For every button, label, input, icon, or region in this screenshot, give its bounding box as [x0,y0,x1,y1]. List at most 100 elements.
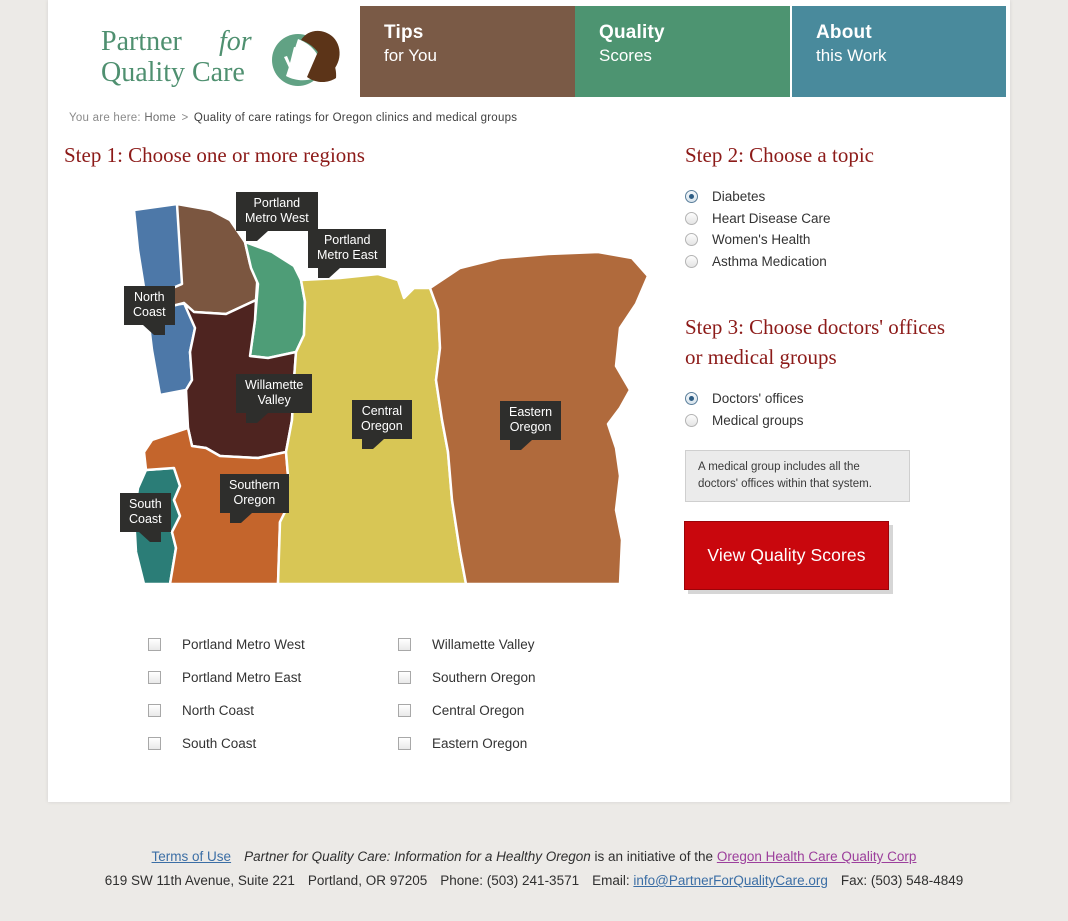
region-checkbox-south-coast[interactable]: South Coast [148,727,305,760]
radio-icon[interactable] [685,211,698,225]
map-label-nc-line1: North [134,290,165,304]
topic-option-diabetes[interactable]: Diabetes [685,186,831,208]
oregon-map-svg[interactable] [108,180,668,610]
nav-tab-tips-title: Tips [384,22,424,43]
nav-tab-about-title: About [816,22,872,43]
topic-option-asthma-medication[interactable]: Asthma Medication [685,251,831,273]
region-checkbox-label: Southern Oregon [432,670,536,685]
nav-tab-tips[interactable]: Tips for You [360,6,575,97]
map-label-portland-metro-east[interactable]: Portland Metro East [308,229,387,277]
footer-tagline-italic: Partner for Quality Care: Information fo… [244,849,591,864]
breadcrumb: You are here: Home > Quality of care rat… [69,112,517,124]
provider-type-radio-group: Doctors' offices Medical groups [685,388,804,431]
map-label-co-line1: Central [361,404,402,418]
region-checkbox-portland-metro-west[interactable]: Portland Metro West [148,628,305,661]
map-label-southern-oregon[interactable]: Southern Oregon [220,474,289,522]
quality-corp-link[interactable]: Oregon Health Care Quality Corp [717,849,917,864]
topic-option-label: Women's Health [712,232,811,248]
region-checkbox-southern-oregon[interactable]: Southern Oregon [398,661,536,694]
view-quality-scores-button[interactable]: View Quality Scores [684,521,889,590]
topic-option-label: Heart Disease Care [712,210,831,226]
region-checkbox-column-left: Portland Metro West Portland Metro East … [148,628,305,760]
region-checkbox-column-right: Willamette Valley Southern Oregon Centra… [398,628,536,760]
map-label-eo-line1: Eastern [509,405,553,419]
topic-option-label: Asthma Medication [712,253,827,269]
content-card: Partner for Quality Care Tips for You Qu… [48,0,1010,802]
site-logo[interactable]: Partner for Quality Care [101,18,371,88]
region-checkbox-portland-metro-east[interactable]: Portland Metro East [148,661,305,694]
checkbox-icon[interactable] [398,737,411,750]
map-label-so-line1: Southern [229,478,280,492]
radio-icon[interactable] [685,392,698,406]
leaf-check-logo-icon [272,30,340,86]
checkbox-icon[interactable] [148,704,161,717]
map-label-co-line2: Oregon [361,418,403,433]
radio-icon[interactable] [685,190,698,204]
footer-city-state-zip: Portland, OR 97205 [307,873,428,888]
region-checkbox-eastern-oregon[interactable]: Eastern Oregon [398,727,536,760]
region-checkbox-label: South Coast [182,736,257,751]
radio-icon[interactable] [685,233,698,247]
provider-type-option-doctors-offices[interactable]: Doctors' offices [685,388,804,410]
region-checkbox-central-oregon[interactable]: Central Oregon [398,694,536,727]
logo-line1-partner: Partner [101,26,183,57]
region-checkbox-willamette-valley[interactable]: Willamette Valley [398,628,536,661]
map-label-nc-line2: Coast [133,304,166,319]
map-label-wv-line1: Willamette [245,378,304,392]
topic-option-label: Diabetes [712,189,766,205]
step3-heading-line2: or medical groups [685,345,837,370]
site-header: Partner for Quality Care Tips for You Qu… [48,0,1010,100]
map-label-north-coast[interactable]: North Coast [124,286,175,334]
map-label-so-line2: Oregon [233,492,276,507]
breadcrumb-home-link[interactable]: Home [144,112,176,124]
nav-tab-about[interactable]: About this Work [792,6,1006,97]
topic-option-womens-health[interactable]: Women's Health [685,229,831,251]
map-label-pme-line1: Portland [323,233,371,247]
map-label-sc-line2: Coast [129,511,162,526]
footer-address: 619 SW 11th Avenue, Suite 221 [104,873,295,888]
checkbox-icon[interactable] [148,671,161,684]
map-label-wv-line2: Valley [257,392,291,407]
step3-heading-line1: Step 3: Choose doctors' offices [685,315,946,339]
radio-icon[interactable] [685,413,698,427]
region-checkbox-label: North Coast [182,703,255,718]
step1-heading: Step 1: Choose one or more regions [64,143,365,167]
provider-type-option-medical-groups[interactable]: Medical groups [685,410,804,432]
map-label-portland-metro-west[interactable]: Portland Metro West [236,192,318,240]
map-label-central-oregon[interactable]: Central Oregon [352,400,412,448]
nav-tab-quality[interactable]: Quality Scores [575,6,790,97]
map-label-willamette-valley[interactable]: Willamette Valley [236,374,313,422]
region-checkbox-north-coast[interactable]: North Coast [148,694,305,727]
region-checkbox-label: Portland Metro East [182,670,302,685]
topic-option-heart-disease-care[interactable]: Heart Disease Care [685,208,831,230]
nav-tab-quality-title: Quality [599,22,665,43]
medical-group-note-line1: A medical group includes all the [698,461,860,473]
terms-of-use-link[interactable]: Terms of Use [152,849,232,864]
nav-tab-about-subtitle: this Work [816,45,887,65]
provider-type-option-label: Medical groups [712,412,804,428]
oregon-region-map[interactable]: Portland Metro West Portland Metro East … [108,180,668,610]
checkbox-icon[interactable] [398,704,411,717]
step3-heading: Step 3: Choose doctors' offices or medic… [685,312,975,373]
checkbox-icon[interactable] [148,737,161,750]
radio-icon[interactable] [685,254,698,268]
nav-tab-tips-subtitle: for You [384,45,437,65]
map-label-eo-line2: Oregon [509,419,552,434]
breadcrumb-prefix: You are here: [69,112,141,124]
nav-tab-quality-subtitle: Scores [599,45,652,65]
footer-line-1: Terms of Use Partner for Quality Care: In… [0,845,1068,869]
footer-line-2: 619 SW 11th Avenue, Suite 221 Portland, O… [0,869,1068,893]
checkbox-icon[interactable] [148,638,161,651]
map-label-eastern-oregon[interactable]: Eastern Oregon [500,401,562,449]
map-label-pmw-line1: Portland [253,196,301,210]
map-label-south-coast[interactable]: South Coast [120,493,171,541]
map-label-pmw-line2: Metro West [245,210,309,225]
checkbox-icon[interactable] [398,638,411,651]
footer-email-label: Email: [592,873,630,888]
footer-fax: Fax: (503) 548-4849 [840,873,964,888]
email-link[interactable]: info@PartnerForQualityCare.org [633,873,828,888]
checkbox-icon[interactable] [398,671,411,684]
region-checkbox-label: Eastern Oregon [432,736,528,751]
logo-line1-for: for [219,26,252,57]
logo-line2: Quality Care [101,57,245,88]
